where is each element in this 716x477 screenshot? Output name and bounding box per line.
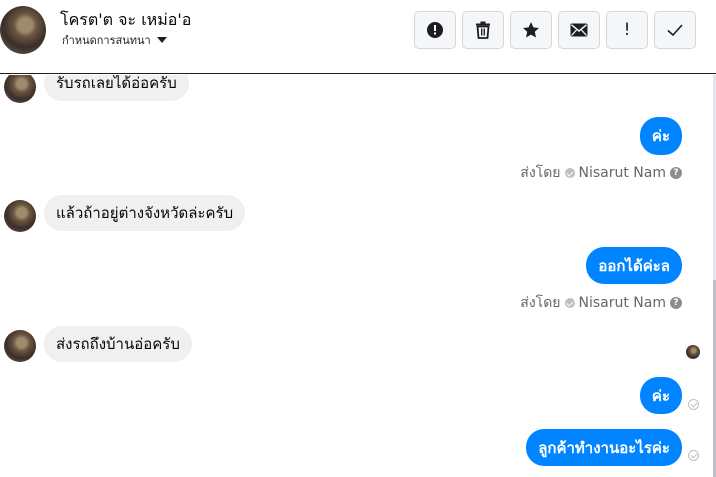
delete-button[interactable] [462, 11, 504, 49]
conversation-header: โครต'ต จะ เหม่อ'อ กำหนดการสนทนา ! [0, 0, 716, 74]
action-toolbar: ! [414, 11, 696, 49]
sent-by-name[interactable]: Nisarut Nam [579, 165, 667, 181]
envelope-icon [570, 23, 588, 37]
contact-avatar-small [4, 330, 36, 362]
done-button[interactable] [654, 11, 696, 49]
alert-circle-icon [427, 22, 443, 38]
mark-important-button[interactable]: ! [606, 11, 648, 49]
outgoing-message[interactable]: ค่ะ [639, 377, 682, 414]
mail-button[interactable] [558, 11, 600, 49]
sent-status-icon [688, 399, 699, 410]
sent-check-icon [564, 298, 575, 308]
conversation-settings-dropdown[interactable]: กำหนดการสนทนา [62, 31, 167, 49]
sent-by-name[interactable]: Nisarut Nam [579, 295, 667, 311]
outgoing-message[interactable]: ออกได้ค่ะล [586, 247, 682, 284]
incoming-message[interactable]: แล้วถ้าอยู่ต่างจังหวัดล่ะครับ [44, 195, 246, 231]
contact-avatar[interactable] [0, 6, 46, 54]
outgoing-message[interactable]: ลูกค้าทำงานอะไรค่ะ [526, 429, 682, 466]
help-icon[interactable]: ? [670, 167, 682, 179]
report-button[interactable] [414, 11, 456, 49]
conversation-settings-label: กำหนดการสนทนา [62, 34, 151, 47]
contact-name[interactable]: โครต'ต จะ เหม่อ'อ [60, 8, 191, 33]
sent-by-prefix: ส่งโดย [520, 165, 561, 181]
star-icon [523, 22, 539, 38]
sent-by-info: ส่งโดย Nisarut Nam ? [520, 292, 682, 314]
star-button[interactable] [510, 11, 552, 49]
incoming-message[interactable]: รับรถเลยได้อ่อครับ [44, 75, 189, 101]
contact-avatar-small [4, 200, 36, 232]
sent-by-prefix: ส่งโดย [520, 295, 561, 311]
sent-by-info: ส่งโดย Nisarut Nam ? [520, 162, 682, 184]
trash-icon [476, 21, 490, 39]
contact-avatar-small [4, 75, 36, 103]
sent-status-icon [688, 450, 699, 461]
caret-down-icon [156, 37, 167, 43]
message-thread: รับรถเลยได้อ่อครับ ค่ะ ส่งโดย Nisarut Na… [0, 75, 716, 477]
sent-check-icon [564, 168, 575, 178]
help-icon[interactable]: ? [670, 297, 682, 309]
incoming-message[interactable]: ส่งรถถึงบ้านอ่อครับ [44, 326, 192, 362]
seen-by-avatar [686, 345, 700, 359]
outgoing-message[interactable]: ค่ะ [639, 117, 682, 155]
check-icon [667, 24, 683, 37]
exclamation-icon: ! [623, 20, 631, 40]
